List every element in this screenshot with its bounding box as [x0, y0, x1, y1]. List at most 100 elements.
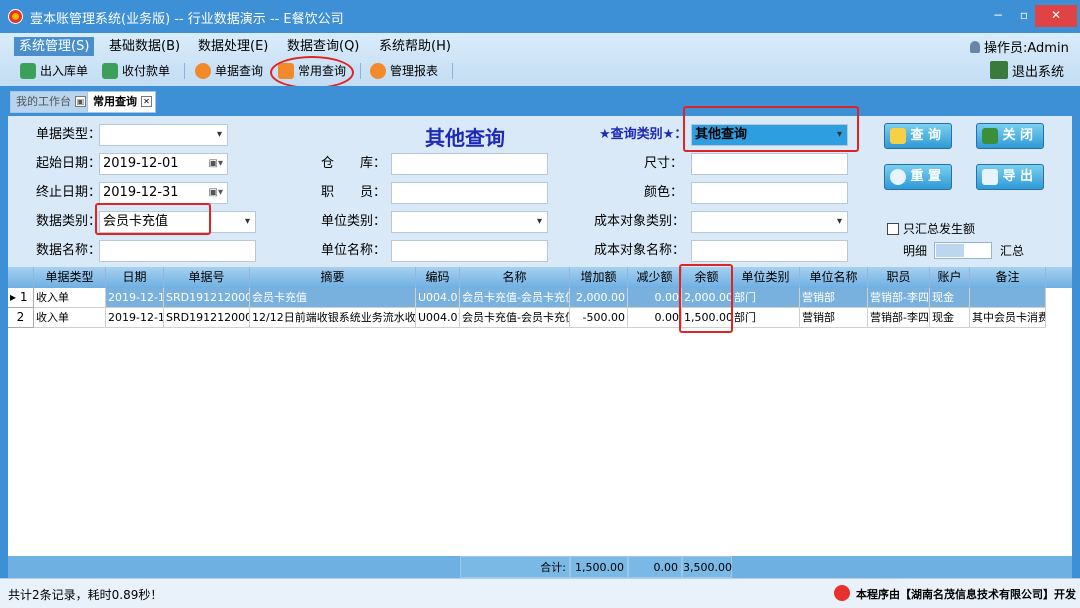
unit-name-field[interactable]	[391, 240, 548, 262]
column-header[interactable]: 编码	[416, 267, 460, 288]
end-date-field[interactable]: 2019-12-31	[99, 182, 228, 204]
stock-doc-icon	[20, 63, 36, 79]
cell-decrease[interactable]: 0.00	[628, 308, 682, 328]
menu-data-query[interactable]: 数据查询(Q)	[282, 37, 364, 56]
close-button-label: 关 闭	[1002, 128, 1033, 143]
toggle-knob	[936, 244, 964, 257]
toolbar-label: 管理报表	[390, 64, 439, 78]
cell-code[interactable]: U004.01	[416, 288, 460, 308]
cell-doc-type[interactable]: 收入单	[34, 288, 106, 308]
refresh-icon	[890, 169, 906, 185]
cost-object-name-label: 成本对象名称：	[594, 243, 686, 258]
cell-doc-type[interactable]: 收入单	[34, 308, 106, 328]
exit-system-button[interactable]: 退出系统	[990, 61, 1064, 80]
column-header[interactable]: 单据号	[164, 267, 250, 288]
cell-account[interactable]: 现金	[930, 288, 970, 308]
column-header[interactable]: 备注	[970, 267, 1046, 288]
cell-staff[interactable]: 营销部-李四	[868, 288, 930, 308]
table-row[interactable]: ▸ 1 收入单 2019-12-12 SRD1912120001 会员卡充值 U…	[8, 288, 1072, 308]
start-date-field[interactable]: 2019-12-01	[99, 153, 228, 175]
cell-unit-type[interactable]: 部门	[732, 308, 800, 328]
maximize-button[interactable]: ▫	[1010, 5, 1038, 27]
cell-note[interactable]	[970, 288, 1046, 308]
close-form-button[interactable]: 关 闭	[976, 123, 1044, 149]
close-button[interactable]: ✕	[1035, 5, 1077, 27]
warehouse-label: 仓 库：	[321, 156, 387, 171]
doc-type-select[interactable]	[99, 124, 228, 146]
cell-unit-name[interactable]: 营销部	[800, 308, 868, 328]
close-tab-icon[interactable]: ✕	[141, 96, 152, 107]
toolbar-separator	[452, 63, 453, 79]
menu-system-help[interactable]: 系统帮助(H)	[374, 37, 456, 56]
column-header[interactable]: 减少额	[628, 267, 682, 288]
exit-label: 退出系统	[1012, 65, 1065, 80]
cell-unit-name[interactable]: 营销部	[800, 288, 868, 308]
toolbar-separator	[184, 63, 185, 79]
cell-account[interactable]: 现金	[930, 308, 970, 328]
menu-system-management[interactable]: 系统管理(S)	[14, 37, 95, 56]
tab-my-workbench[interactable]: 我的工作台 ▣	[10, 91, 90, 113]
column-header[interactable]: 单位类别	[732, 267, 800, 288]
detail-summary-toggle[interactable]	[934, 242, 992, 259]
detail-label: 明细	[903, 244, 928, 258]
warehouse-field[interactable]	[391, 153, 548, 175]
unit-type-select[interactable]	[391, 211, 548, 233]
cell-doc-no[interactable]: SRD1912120001	[164, 288, 250, 308]
data-name-field[interactable]	[99, 240, 256, 262]
column-header[interactable]: 单据类型	[34, 267, 106, 288]
status-bar: 共计2条记录，耗时0.89秒！ 本程序由【湖南名茂信息技术有限公司】开发	[0, 578, 1080, 608]
only-summary-checkbox[interactable]	[887, 223, 899, 235]
staff-field[interactable]	[391, 182, 548, 204]
restore-icon[interactable]: ▣	[75, 96, 86, 107]
query-form-panel: 单据类型： 起始日期： 2019-12-01 终止日期： 2019-12-31 …	[8, 116, 1072, 267]
toolbar-doc-query-button[interactable]: 单据查询	[193, 60, 263, 82]
cell-doc-no[interactable]: SRD1912120002	[164, 308, 250, 328]
cell-name[interactable]: 会员卡充值-会员卡充值	[460, 308, 570, 328]
column-header[interactable]: 单位名称	[800, 267, 868, 288]
start-date-label: 起始日期：	[36, 156, 102, 171]
payment-doc-icon	[102, 63, 118, 79]
cell-note[interactable]: 其中会员卡消费	[970, 308, 1046, 328]
cell-unit-type[interactable]: 部门	[732, 288, 800, 308]
column-header[interactable]: 职员	[868, 267, 930, 288]
query-button[interactable]: 查 询	[884, 123, 952, 149]
size-field[interactable]	[691, 153, 848, 175]
tab-common-query[interactable]: 常用查询 ✕	[87, 91, 156, 113]
menu-data-processing[interactable]: 数据处理(E)	[193, 37, 273, 56]
cell-code[interactable]: U004.01	[416, 308, 460, 328]
report-icon	[370, 63, 386, 79]
cell-staff[interactable]: 营销部-李四	[868, 308, 930, 328]
color-label: 颜色：	[644, 185, 684, 200]
minimize-button[interactable]: −	[984, 5, 1012, 27]
toolbar-report-button[interactable]: 管理报表	[368, 60, 438, 82]
cost-object-type-select[interactable]	[691, 211, 848, 233]
column-header[interactable]: 摘要	[250, 267, 416, 288]
column-header[interactable]: 名称	[460, 267, 570, 288]
data-name-label: 数据名称：	[36, 243, 102, 258]
query-type-label: ★查询类别★：	[599, 127, 688, 142]
cost-object-name-field[interactable]	[691, 240, 848, 262]
cell-memo[interactable]: 会员卡充值	[250, 288, 416, 308]
column-header[interactable]: 账户	[930, 267, 970, 288]
cell-date[interactable]: 2019-12-12	[106, 288, 164, 308]
cell-date[interactable]: 2019-12-12	[106, 308, 164, 328]
cell-memo[interactable]: 12/12日前端收银系统业务流水收入	[250, 308, 416, 328]
color-field[interactable]	[691, 182, 848, 204]
column-header[interactable]: 日期	[106, 267, 164, 288]
cell-decrease[interactable]: 0.00	[628, 288, 682, 308]
cell-name[interactable]: 会员卡充值-会员卡充值	[460, 288, 570, 308]
reset-button[interactable]: 重 置	[884, 164, 952, 190]
table-row[interactable]: 2 收入单 2019-12-12 SRD1912120002 12/12日前端收…	[8, 308, 1072, 328]
column-header[interactable]: 增加额	[570, 267, 628, 288]
toolbar-label: 收付款单	[122, 64, 171, 78]
export-button[interactable]: 导 出	[976, 164, 1044, 190]
toolbar-stock-doc-button[interactable]: 出入库单	[18, 60, 88, 82]
cell-increase[interactable]: 2,000.00	[570, 288, 628, 308]
vendor-credit: 本程序由【湖南名茂信息技术有限公司】开发	[856, 588, 1076, 601]
results-grid: 单据类型 日期 单据号 摘要 编码 名称 增加额 减少额 余额 单位类别 单位名…	[8, 267, 1072, 578]
menu-basic-data[interactable]: 基础数据(B)	[104, 37, 185, 56]
highlight-common-query	[270, 56, 354, 89]
app-logo-icon	[8, 9, 23, 24]
cell-increase[interactable]: -500.00	[570, 308, 628, 328]
toolbar-payment-doc-button[interactable]: 收付款单	[100, 60, 170, 82]
